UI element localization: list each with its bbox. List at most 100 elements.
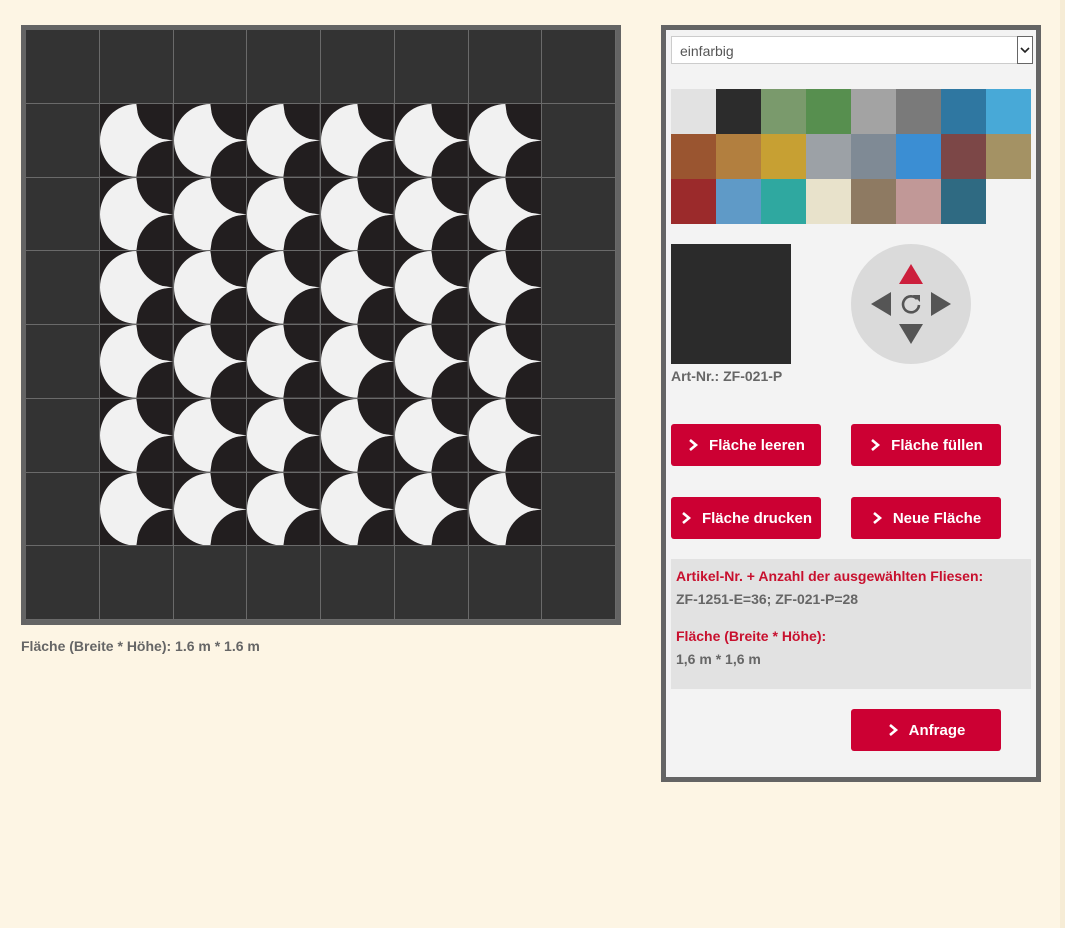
color-swatch[interactable] bbox=[986, 134, 1031, 179]
grid-tile-pattern[interactable] bbox=[99, 472, 174, 547]
grid-tile-pattern[interactable] bbox=[247, 398, 321, 473]
grid-tile-border[interactable] bbox=[247, 30, 321, 104]
arrow-down-icon[interactable] bbox=[897, 322, 925, 346]
grid-tile-pattern[interactable] bbox=[173, 103, 248, 178]
grid-tile-border[interactable] bbox=[26, 325, 100, 399]
color-swatch[interactable] bbox=[941, 134, 986, 179]
grid-tile-pattern[interactable] bbox=[394, 472, 469, 547]
grid-tile-border[interactable] bbox=[99, 30, 174, 104]
grid-tile-pattern[interactable] bbox=[394, 398, 469, 473]
grid-tile-pattern[interactable] bbox=[321, 251, 395, 325]
color-swatch[interactable] bbox=[716, 134, 761, 179]
grid-tile-pattern[interactable] bbox=[173, 251, 248, 325]
grid-tile-pattern[interactable] bbox=[99, 325, 174, 399]
grid-tile-pattern[interactable] bbox=[247, 325, 321, 399]
grid-tile-pattern[interactable] bbox=[394, 177, 469, 252]
grid-tile-pattern[interactable] bbox=[247, 103, 321, 178]
grid-tile-border[interactable] bbox=[26, 103, 100, 178]
grid-tile-border[interactable] bbox=[247, 546, 321, 620]
grid-tile-pattern[interactable] bbox=[173, 472, 248, 547]
color-swatch[interactable] bbox=[986, 89, 1031, 134]
color-swatch[interactable] bbox=[896, 89, 941, 134]
grid-tile-pattern[interactable] bbox=[247, 177, 321, 252]
color-swatch[interactable] bbox=[716, 179, 761, 224]
grid-tile-border[interactable] bbox=[99, 546, 174, 620]
color-swatch[interactable] bbox=[806, 134, 851, 179]
grid-tile-pattern[interactable] bbox=[468, 103, 543, 178]
color-swatch[interactable] bbox=[941, 89, 986, 134]
color-swatch[interactable] bbox=[941, 179, 986, 224]
grid-tile-pattern[interactable] bbox=[99, 103, 174, 178]
grid-tile-pattern[interactable] bbox=[247, 251, 321, 325]
arrow-left-icon[interactable] bbox=[869, 290, 893, 318]
grid-tile-pattern[interactable] bbox=[321, 103, 395, 178]
color-swatch[interactable] bbox=[896, 179, 941, 224]
grid-tile-pattern[interactable] bbox=[99, 177, 174, 252]
new-area-button[interactable]: Neue Fläche bbox=[851, 497, 1001, 539]
grid-tile-border[interactable] bbox=[468, 546, 543, 620]
chevron-right-icon bbox=[682, 512, 691, 524]
color-swatch[interactable] bbox=[671, 134, 716, 179]
arrow-up-icon[interactable] bbox=[897, 262, 925, 286]
grid-tile-border[interactable] bbox=[321, 546, 395, 620]
grid-tile-pattern[interactable] bbox=[468, 251, 543, 325]
color-swatch[interactable] bbox=[851, 134, 896, 179]
grid-tile-pattern[interactable] bbox=[321, 325, 395, 399]
grid-tile-pattern[interactable] bbox=[321, 177, 395, 252]
grid-tile-pattern[interactable] bbox=[468, 472, 543, 547]
color-swatch[interactable] bbox=[671, 89, 716, 134]
color-swatch[interactable] bbox=[851, 89, 896, 134]
request-button[interactable]: Anfrage bbox=[851, 709, 1001, 751]
grid-tile-border[interactable] bbox=[26, 30, 100, 104]
color-swatch[interactable] bbox=[761, 179, 806, 224]
grid-tile-pattern[interactable] bbox=[468, 177, 543, 252]
print-area-button[interactable]: Fläche drucken bbox=[671, 497, 821, 539]
color-swatch[interactable] bbox=[671, 179, 716, 224]
grid-tile-border[interactable] bbox=[542, 30, 616, 104]
grid-tile-border[interactable] bbox=[468, 30, 543, 104]
fill-area-button[interactable]: Fläche füllen bbox=[851, 424, 1001, 466]
grid-tile-border[interactable] bbox=[542, 177, 616, 252]
grid-tile-pattern[interactable] bbox=[99, 251, 174, 325]
grid-tile-border[interactable] bbox=[26, 472, 100, 547]
color-swatch[interactable] bbox=[896, 134, 941, 179]
grid-tile-border[interactable] bbox=[26, 177, 100, 252]
rotate-icon[interactable] bbox=[899, 292, 923, 316]
grid-tile-border[interactable] bbox=[26, 398, 100, 473]
grid-tile-pattern[interactable] bbox=[394, 325, 469, 399]
clear-area-button[interactable]: Fläche leeren bbox=[671, 424, 821, 466]
grid-tile-pattern[interactable] bbox=[99, 398, 174, 473]
grid-tile-border[interactable] bbox=[173, 546, 248, 620]
tile-type-select[interactable]: einfarbig bbox=[671, 36, 1033, 64]
color-swatch[interactable] bbox=[806, 89, 851, 134]
grid-tile-pattern[interactable] bbox=[321, 472, 395, 547]
grid-tile-border[interactable] bbox=[173, 30, 248, 104]
grid-tile-border[interactable] bbox=[542, 546, 616, 620]
direction-pad bbox=[851, 244, 971, 364]
grid-tile-border[interactable] bbox=[26, 251, 100, 325]
grid-tile-border[interactable] bbox=[542, 103, 616, 178]
grid-tile-pattern[interactable] bbox=[247, 472, 321, 547]
grid-tile-border[interactable] bbox=[26, 546, 100, 620]
arrow-right-icon[interactable] bbox=[929, 290, 953, 318]
grid-tile-pattern[interactable] bbox=[394, 251, 469, 325]
grid-tile-pattern[interactable] bbox=[173, 398, 248, 473]
color-swatch[interactable] bbox=[716, 89, 761, 134]
grid-tile-border[interactable] bbox=[542, 325, 616, 399]
grid-tile-pattern[interactable] bbox=[468, 325, 543, 399]
grid-tile-border[interactable] bbox=[394, 546, 469, 620]
grid-tile-pattern[interactable] bbox=[468, 398, 543, 473]
grid-tile-border[interactable] bbox=[321, 30, 395, 104]
grid-tile-pattern[interactable] bbox=[173, 325, 248, 399]
color-swatch[interactable] bbox=[761, 134, 806, 179]
grid-tile-border[interactable] bbox=[542, 398, 616, 473]
color-swatch[interactable] bbox=[761, 89, 806, 134]
grid-tile-pattern[interactable] bbox=[321, 398, 395, 473]
grid-tile-border[interactable] bbox=[542, 251, 616, 325]
grid-tile-border[interactable] bbox=[542, 472, 616, 547]
color-swatch[interactable] bbox=[851, 179, 896, 224]
grid-tile-border[interactable] bbox=[394, 30, 469, 104]
grid-tile-pattern[interactable] bbox=[173, 177, 248, 252]
grid-tile-pattern[interactable] bbox=[394, 103, 469, 178]
color-swatch[interactable] bbox=[806, 179, 851, 224]
